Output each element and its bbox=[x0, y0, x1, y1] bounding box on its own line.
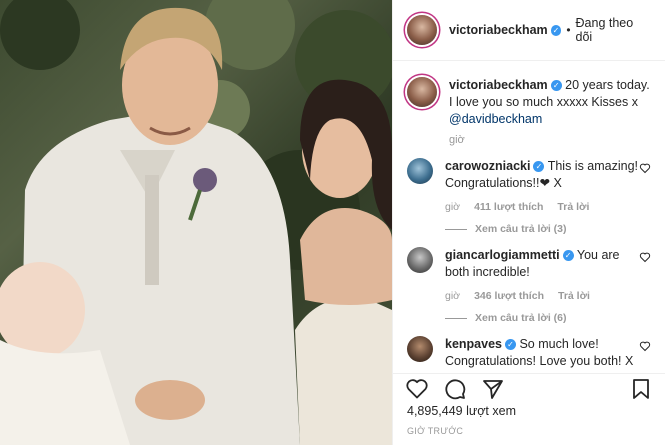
commenter-avatar[interactable] bbox=[407, 158, 433, 184]
comment-likes[interactable]: 346 lượt thích bbox=[474, 290, 544, 302]
reply-button[interactable]: Trả lời bbox=[558, 290, 590, 302]
like-comment-heart-icon[interactable] bbox=[639, 162, 651, 174]
comment-likes[interactable]: 411 lượt thích bbox=[474, 201, 543, 213]
caption-time: giờ bbox=[449, 134, 465, 146]
caption-avatar[interactable] bbox=[407, 77, 437, 107]
wedding-photo-image bbox=[0, 0, 392, 445]
heart-icon[interactable] bbox=[405, 377, 429, 401]
view-replies-button[interactable]: Xem câu trả lời (6) bbox=[445, 312, 651, 324]
reply-button[interactable]: Trả lời bbox=[557, 201, 589, 213]
caption: victoriabeckham ✓ 20 years today. I love … bbox=[407, 62, 651, 128]
comment-item: carowozniacki ✓ This is amazing! Congratu… bbox=[407, 158, 651, 192]
verified-icon: ✓ bbox=[533, 161, 545, 172]
verified-icon: ✓ bbox=[504, 339, 516, 350]
comment-username[interactable]: carowozniacki bbox=[445, 159, 530, 173]
like-comment-heart-icon[interactable] bbox=[639, 340, 651, 352]
view-replies-label: Xem câu trả lời (6) bbox=[475, 312, 567, 324]
follow-status-button[interactable]: Đang theo dõi bbox=[576, 16, 651, 44]
like-comment-heart-icon[interactable] bbox=[639, 251, 651, 263]
view-replies-label: Xem câu trả lời (3) bbox=[475, 223, 567, 235]
separator-dot: • bbox=[566, 23, 571, 37]
comment-meta: giờ 346 lượt thích Trả lời bbox=[445, 290, 651, 302]
commenter-avatar[interactable] bbox=[407, 247, 433, 273]
comment-icon[interactable] bbox=[443, 377, 467, 401]
comments-list[interactable]: victoriabeckham ✓ 20 years today. I love … bbox=[393, 62, 665, 372]
replies-divider bbox=[445, 228, 467, 230]
caption-text: victoriabeckham ✓ 20 years today. I love … bbox=[449, 77, 651, 128]
replies-divider bbox=[445, 317, 467, 319]
bookmark-icon[interactable] bbox=[629, 377, 653, 401]
caption-username[interactable]: victoriabeckham bbox=[449, 78, 548, 92]
comment-meta: giờ 411 lượt thích Trả lời bbox=[445, 201, 651, 213]
comment-username[interactable]: giancarlogiammetti bbox=[445, 248, 560, 262]
post-sidebar: victoriabeckham ✓ • Đang theo dõi victor… bbox=[392, 0, 665, 445]
commenter-avatar[interactable] bbox=[407, 336, 433, 362]
mention-link[interactable]: @davidbeckham bbox=[449, 112, 542, 126]
verified-icon: ✓ bbox=[550, 80, 562, 91]
view-count[interactable]: 4,895,449 lượt xem bbox=[407, 404, 516, 418]
comment-time: giờ bbox=[445, 290, 461, 302]
post-timestamp: GIỜ TRƯỚC bbox=[407, 426, 464, 436]
post-header: victoriabeckham ✓ • Đang theo dõi bbox=[393, 0, 665, 61]
action-bar bbox=[393, 373, 665, 404]
avatar[interactable] bbox=[407, 15, 437, 45]
comment-item: giancarlogiammetti ✓ You are both incredi… bbox=[407, 247, 651, 281]
comment-username[interactable]: kenpaves bbox=[445, 337, 502, 351]
share-icon[interactable] bbox=[481, 377, 505, 401]
post-photo[interactable] bbox=[0, 0, 392, 445]
comment-item: kenpaves ✓ So much love! Congratulations!… bbox=[407, 336, 651, 370]
comment-time: giờ bbox=[445, 201, 461, 213]
view-replies-button[interactable]: Xem câu trả lời (3) bbox=[445, 223, 651, 235]
verified-icon: ✓ bbox=[562, 250, 574, 261]
verified-icon: ✓ bbox=[550, 24, 562, 36]
header-username[interactable]: victoriabeckham bbox=[449, 23, 548, 37]
